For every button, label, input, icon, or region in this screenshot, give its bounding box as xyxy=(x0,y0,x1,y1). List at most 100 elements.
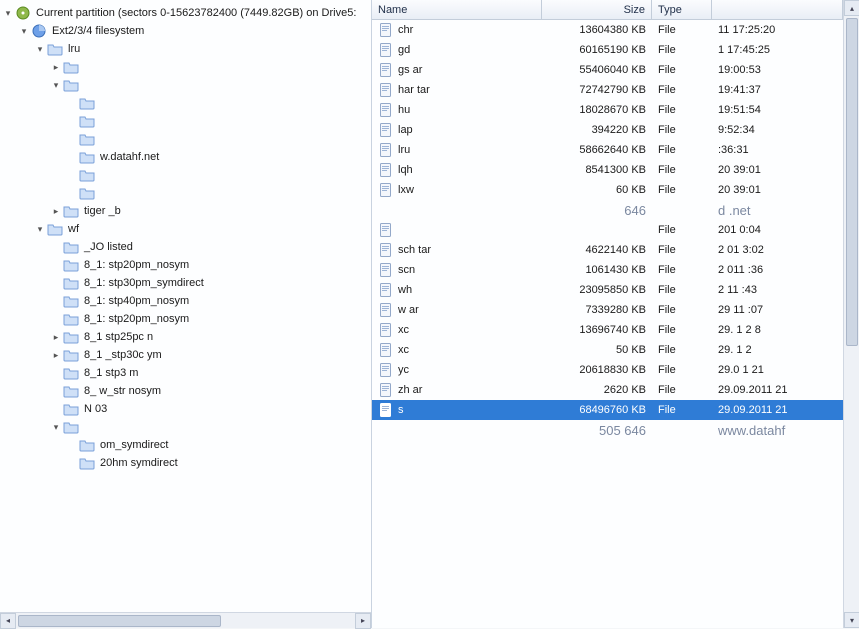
cell-size: 4622140 KB xyxy=(542,242,652,258)
scroll-down-icon[interactable]: ▾ xyxy=(844,612,859,628)
directory-tree[interactable]: ▾Current partition (sectors 0-1562378240… xyxy=(0,0,371,612)
tree-item[interactable]: 8_1 stp3 m xyxy=(2,364,369,382)
scroll-left-icon[interactable]: ◂ xyxy=(0,613,16,629)
tree-item[interactable]: 8_ w_str nosym xyxy=(2,382,369,400)
table-row[interactable]: chr13604380 KBFile11 17:25:20 xyxy=(372,20,843,40)
expand-icon[interactable]: ▸ xyxy=(50,61,62,73)
tree-item[interactable]: ▾ xyxy=(2,76,369,94)
folder-icon xyxy=(47,41,63,57)
file-name-label: lxw xyxy=(398,184,414,196)
expand-icon[interactable]: ▸ xyxy=(50,205,62,217)
table-row[interactable]: w ar7339280 KBFile29 11 :07 xyxy=(372,300,843,320)
expand-icon[interactable] xyxy=(50,277,62,289)
table-row[interactable]: xc13696740 KBFile29. 1 2 8 xyxy=(372,320,843,340)
tree-item[interactable] xyxy=(2,184,369,202)
table-row[interactable]: scn1061430 KBFile2 011 :36 xyxy=(372,260,843,280)
expand-icon[interactable] xyxy=(66,151,78,163)
table-row[interactable]: lru58662640 KBFile :36:31 xyxy=(372,140,843,160)
expand-icon[interactable] xyxy=(66,439,78,451)
table-row[interactable]: yc20618830 KBFile29.0 1 21 xyxy=(372,360,843,380)
tree-item[interactable]: 8_1: stp20pm_nosym xyxy=(2,256,369,274)
tree-item[interactable]: ▾lru xyxy=(2,40,369,58)
scroll-track[interactable] xyxy=(16,614,355,628)
table-row[interactable]: lxw60 KBFile20 39:01 xyxy=(372,180,843,200)
expand-icon[interactable] xyxy=(66,457,78,469)
cell-name: xc xyxy=(372,340,542,360)
expand-icon[interactable]: ▾ xyxy=(34,43,46,55)
expand-icon[interactable] xyxy=(50,403,62,415)
expand-icon[interactable] xyxy=(66,97,78,109)
expand-icon[interactable] xyxy=(66,133,78,145)
expand-icon[interactable] xyxy=(50,385,62,397)
expand-icon[interactable] xyxy=(50,259,62,271)
file-name-label: har tar xyxy=(398,84,430,96)
file-list[interactable]: chr13604380 KBFile11 17:25:20gd60165190 … xyxy=(372,20,843,628)
table-row[interactable]: har tar72742790 KBFile19:41:37 xyxy=(372,80,843,100)
tree-item[interactable] xyxy=(2,130,369,148)
scroll-right-icon[interactable]: ▸ xyxy=(355,613,371,629)
expand-icon[interactable] xyxy=(66,187,78,199)
tree-item[interactable] xyxy=(2,112,369,130)
expand-icon[interactable] xyxy=(50,241,62,253)
expand-icon[interactable]: ▸ xyxy=(50,331,62,343)
file-name-label: lru xyxy=(398,144,410,156)
file-list-vertical-scrollbar[interactable]: ▴ ▾ xyxy=(843,0,859,628)
tree-item[interactable] xyxy=(2,166,369,184)
tree-filesystem[interactable]: ▾Ext2/3/4 filesystem xyxy=(2,22,369,40)
scroll-up-icon[interactable]: ▴ xyxy=(844,0,859,16)
tree-horizontal-scrollbar[interactable]: ◂ ▸ xyxy=(0,612,371,628)
tree-panel: ▾Current partition (sectors 0-1562378240… xyxy=(0,0,372,628)
table-row[interactable]: hu18028670 KBFile19:51:54 xyxy=(372,100,843,120)
expand-icon[interactable] xyxy=(50,367,62,379)
table-row[interactable]: 646d .net xyxy=(372,200,843,220)
tree-item[interactable]: ▾ xyxy=(2,418,369,436)
tree-item[interactable]: 8_1: stp20pm_nosym xyxy=(2,310,369,328)
tree-item[interactable]: ▸ xyxy=(2,58,369,76)
table-row[interactable]: zh ar2620 KBFile29.09.2011 21 xyxy=(372,380,843,400)
tree-item[interactable]: w.datahf.net xyxy=(2,148,369,166)
expand-icon[interactable]: ▾ xyxy=(50,421,62,433)
tree-item[interactable]: _JO listed xyxy=(2,238,369,256)
table-row[interactable]: wh23095850 KBFile2 11 :43 xyxy=(372,280,843,300)
expand-icon[interactable] xyxy=(66,115,78,127)
tree-root[interactable]: ▾Current partition (sectors 0-1562378240… xyxy=(2,4,369,22)
cell-name: xc xyxy=(372,320,542,340)
folder-icon xyxy=(79,437,95,453)
expand-icon[interactable] xyxy=(66,169,78,181)
expand-icon[interactable]: ▾ xyxy=(18,25,30,37)
tree-item[interactable]: 8_1: stp30pm_symdirect xyxy=(2,274,369,292)
table-row[interactable]: File201 0:04 xyxy=(372,220,843,240)
table-row[interactable]: lqh8541300 KBFile20 39:01 xyxy=(372,160,843,180)
table-row[interactable]: gs ar55406040 KBFile19:00:53 xyxy=(372,60,843,80)
table-row[interactable]: gd60165190 KBFile1 17:45:25 xyxy=(372,40,843,60)
scroll-track[interactable] xyxy=(845,16,859,612)
table-row[interactable]: xc50 KBFile29. 1 2 xyxy=(372,340,843,360)
column-header-name[interactable]: Name xyxy=(372,0,542,19)
tree-item[interactable]: ▸8_1 _stp30c ym xyxy=(2,346,369,364)
scroll-thumb[interactable] xyxy=(18,615,221,627)
table-row[interactable]: lap394220 KBFile9:52:34 xyxy=(372,120,843,140)
expand-icon[interactable]: ▾ xyxy=(50,79,62,91)
column-header-size[interactable]: Size xyxy=(542,0,652,19)
file-icon xyxy=(378,322,394,338)
tree-item[interactable]: 8_1: stp40pm_nosym xyxy=(2,292,369,310)
column-header-date[interactable] xyxy=(712,0,843,19)
expand-icon[interactable] xyxy=(50,295,62,307)
tree-item[interactable]: ▾wf xyxy=(2,220,369,238)
tree-item[interactable]: 20hm symdirect xyxy=(2,454,369,472)
table-row[interactable]: 505 646www.datahf xyxy=(372,420,843,440)
tree-item[interactable]: N 03 xyxy=(2,400,369,418)
tree-item[interactable]: ▸tiger _b xyxy=(2,202,369,220)
expand-icon[interactable]: ▾ xyxy=(34,223,46,235)
cell-type: File xyxy=(652,342,712,358)
tree-item[interactable]: ▸8_1 stp25pc n xyxy=(2,328,369,346)
tree-item[interactable]: om_symdirect xyxy=(2,436,369,454)
expand-icon[interactable] xyxy=(50,313,62,325)
expand-icon[interactable]: ▾ xyxy=(2,7,14,19)
table-row[interactable]: s68496760 KBFile29.09.2011 21 xyxy=(372,400,843,420)
tree-item[interactable] xyxy=(2,94,369,112)
column-header-type[interactable]: Type xyxy=(652,0,712,19)
table-row[interactable]: sch tar4622140 KBFile2 01 3:02 xyxy=(372,240,843,260)
scroll-thumb[interactable] xyxy=(846,18,858,346)
expand-icon[interactable]: ▸ xyxy=(50,349,62,361)
